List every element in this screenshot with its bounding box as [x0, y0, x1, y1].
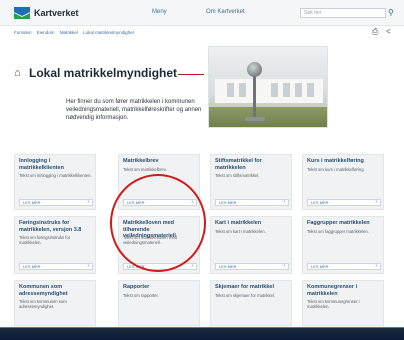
card-kommunegrenser: Kommunegrenser i matrikkelen Tekst om ko…: [302, 280, 384, 326]
card-stiftsmatrikkel: Stiftsmatrikkel for matrikkelen Tekst om…: [210, 154, 292, 210]
chevron-right-icon: ›: [87, 263, 89, 269]
chevron-right-icon: ›: [375, 199, 377, 205]
card-text: Tekst om føringsinstruks for matrikkelen…: [19, 235, 71, 246]
window-shape: [239, 83, 246, 97]
chevron-right-icon: ›: [283, 263, 285, 269]
chevron-right-icon: ›: [375, 263, 377, 269]
card-kurs: Kurs i matrikkelføring Tekst om kurs i m…: [302, 154, 384, 210]
read-more-button[interactable]: LES MER ›: [215, 199, 289, 206]
card-title[interactable]: Kommunen som adressemyndighet: [19, 284, 93, 297]
page-title: Lokal matrikkelmyndighet: [29, 66, 178, 80]
read-more-label: LES MER: [311, 200, 329, 205]
survey-marker-pole: [253, 71, 256, 121]
breadcrumb-item[interactable]: Matrikkel: [60, 30, 78, 35]
survey-marker-head: [247, 62, 262, 77]
search-icon[interactable]: ⚲: [388, 8, 394, 17]
grass-shape: [209, 107, 327, 127]
title-divider: [178, 74, 204, 75]
card-text: Tekst om kommunen som adressemyndighet.: [19, 299, 67, 310]
breadcrumb: Forsiden Eiendom Matrikkel Lokal matrikk…: [14, 30, 138, 35]
chevron-right-icon: ›: [191, 263, 193, 269]
read-more-label: LES MER: [219, 200, 237, 205]
card-title[interactable]: Kommunegrenser i matrikkelen: [307, 284, 381, 297]
read-more-button[interactable]: LES MER ›: [19, 199, 93, 206]
breadcrumb-item: Lokal matrikkelmyndighet: [83, 30, 134, 35]
card-title[interactable]: Stiftsmatrikkel for matrikkelen: [215, 158, 289, 171]
read-more-label: LES MER: [23, 200, 41, 205]
card-title[interactable]: Kurs i matrikkelføring: [307, 158, 381, 165]
chevron-right-icon: ›: [283, 199, 285, 205]
card-title[interactable]: Faggrupper matrikkelen: [307, 220, 381, 227]
survey-marker-base: [245, 117, 265, 121]
card-title[interactable]: Matrikkelbrev: [123, 158, 197, 165]
home-icon: ⌂: [14, 67, 21, 79]
card-text: Tekst om kart i matrikkelen.: [215, 229, 266, 234]
card-title[interactable]: Føringsinstruks for matrikkelen, versjon…: [19, 220, 93, 233]
hero-intro-text: Her finner du som fører matrikkelen i ko…: [66, 99, 202, 121]
card-text: Tekst om kommunegrenser i matrikkelen.: [307, 299, 360, 310]
card-kart: Kart i matrikkelen Tekst om kart i matri…: [210, 216, 292, 274]
card-title[interactable]: Skjemaer for matrikkel: [215, 284, 289, 291]
window-shape: [307, 83, 314, 97]
card-title[interactable]: Kart i matrikkelen: [215, 220, 289, 227]
search-input[interactable]: Søk her: [300, 8, 386, 18]
hero-image: [208, 46, 328, 128]
window-shape: [295, 83, 302, 97]
window-shape: [227, 83, 234, 97]
read-more-label: LES MER: [311, 264, 329, 269]
taskbar-band: [0, 328, 404, 340]
card-skjemaer: Skjemaer for matrikkel Tekst om skjemaer…: [210, 280, 292, 326]
window-shape: [271, 83, 278, 97]
read-more-label: LES MER: [23, 264, 41, 269]
breadcrumb-item[interactable]: Eiendom: [37, 30, 55, 35]
highlight-annotation-circle: [110, 174, 206, 272]
card-text: Tekst om faggrupper matrikkelen.: [307, 229, 369, 234]
breadcrumb-item[interactable]: Forsiden: [14, 30, 32, 35]
chevron-right-icon: ›: [87, 199, 89, 205]
nav-about-link[interactable]: Om Kartverket: [206, 9, 245, 15]
page: Kartverket Meny Om Kartverket Søk her ⚲ …: [0, 0, 404, 340]
card-rapporter: Rapporter Tekst om rapporter.: [118, 280, 200, 326]
window-shape: [283, 83, 290, 97]
card-text: Tekst om kurs i matrikkelføring.: [307, 167, 365, 172]
card-text: Tekst om innlogging i matrikkelklienten.: [19, 173, 92, 178]
site-header: Kartverket Meny Om Kartverket Søk her ⚲: [0, 0, 404, 26]
card-text: Tekst om skjemaer for matrikkel.: [215, 293, 276, 298]
card-title[interactable]: Rapporter: [123, 284, 197, 291]
card-adressemyndighet: Kommunen som adressemyndighet Tekst om k…: [14, 280, 96, 326]
read-more-label: LES MER: [219, 264, 237, 269]
share-icon[interactable]: <: [386, 27, 391, 36]
card-title[interactable]: Innlogging i matrikkelklienten: [19, 158, 93, 171]
card-foringsinstruks: Føringsinstruks for matrikkelen, versjon…: [14, 216, 96, 274]
card-innlogging: Innlogging i matrikkelklienten Tekst om …: [14, 154, 96, 210]
print-icon[interactable]: ⎙: [372, 27, 378, 37]
read-more-button[interactable]: LES MER ›: [307, 263, 381, 270]
read-more-button[interactable]: LES MER ›: [215, 263, 289, 270]
card-text: Tekst om stiftsmatrikkel.: [215, 173, 260, 178]
read-more-button[interactable]: LES MER ›: [307, 199, 381, 206]
nav-menu-link[interactable]: Meny: [152, 9, 167, 15]
card-faggrupper: Faggrupper matrikkelen Tekst om faggrupp…: [302, 216, 384, 274]
kartverket-logo-icon[interactable]: [14, 7, 30, 19]
read-more-button[interactable]: LES MER ›: [19, 263, 93, 270]
logo-text[interactable]: Kartverket: [34, 8, 79, 18]
card-text: Tekst om rapporter.: [123, 293, 159, 298]
